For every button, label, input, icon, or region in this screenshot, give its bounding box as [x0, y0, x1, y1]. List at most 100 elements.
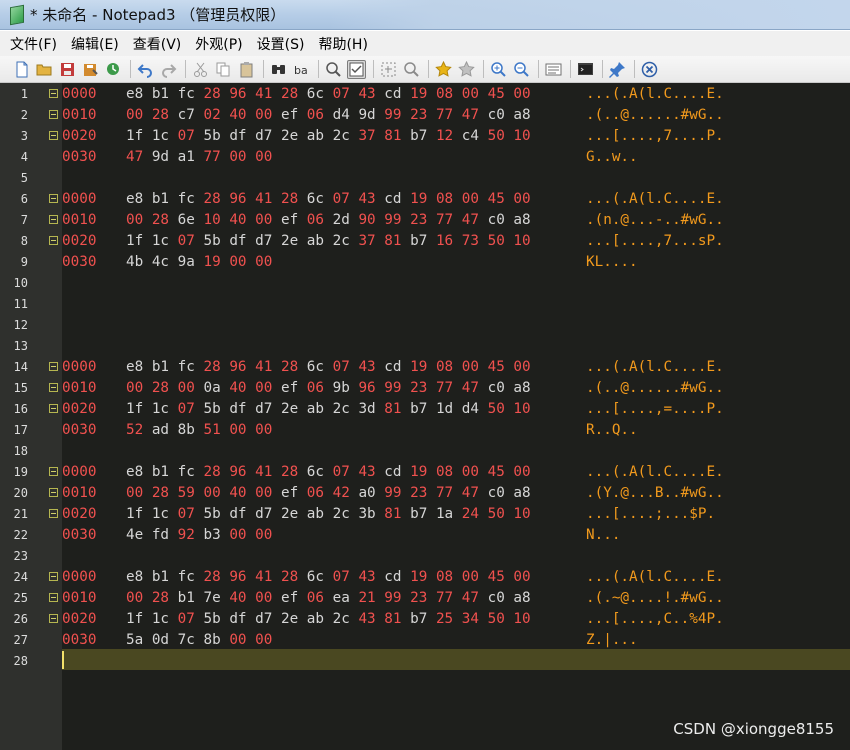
- hex-offset: 0000: [62, 464, 97, 480]
- browse-button[interactable]: [104, 60, 123, 79]
- menu-item-5[interactable]: 帮助(H): [318, 34, 367, 54]
- cut-button[interactable]: [191, 60, 210, 79]
- toolbar-separator: [570, 60, 571, 78]
- save-as-button[interactable]: [81, 60, 100, 79]
- favorite-icon: [435, 60, 452, 77]
- hex-offset: 0000: [62, 191, 97, 207]
- fold-marker-icon[interactable]: [49, 110, 58, 119]
- line-number: 19: [13, 465, 28, 479]
- fold-marker-icon[interactable]: [49, 131, 58, 140]
- fold-marker-icon[interactable]: [49, 89, 58, 98]
- editor-line: 8 0020 1f 1c 07 5b df d7 2e ab 2c 37 81 b7…: [0, 231, 850, 252]
- zoom-in-button[interactable]: [489, 60, 508, 79]
- ascii-text: ...(.A(l.C....E.: [586, 464, 724, 480]
- line-number: 9: [20, 255, 28, 269]
- save-button[interactable]: [58, 60, 77, 79]
- redo-button[interactable]: [159, 60, 178, 79]
- title-bar-background: [330, 0, 850, 29]
- copy-button[interactable]: [214, 60, 233, 79]
- hex-bytes: 00 28 59 00 40 00 ef 06 42 a0 99 23 77 4…: [126, 485, 531, 501]
- add-favorite-button[interactable]: [457, 60, 476, 79]
- fold-marker-icon[interactable]: [49, 236, 58, 245]
- open-folder-button[interactable]: [35, 60, 54, 79]
- find-button[interactable]: [269, 60, 288, 79]
- zoom-in-icon: [491, 61, 506, 77]
- line-number: 2: [20, 108, 28, 122]
- fold-marker-icon[interactable]: [49, 614, 58, 623]
- hex-bytes: 4e fd 92 b3 00 00: [126, 527, 273, 543]
- editor-line: 26 0020 1f 1c 07 5b df d7 2e ab 2c 43 81 b…: [0, 609, 850, 630]
- fold-marker-icon[interactable]: [49, 383, 58, 392]
- word-wrap-button[interactable]: [347, 59, 366, 79]
- hex-bytes: 4b 4c 9a 19 00 00: [126, 254, 273, 270]
- editor-line: 3 0020 1f 1c 07 5b df d7 2e ab 2c 37 81 b7…: [0, 126, 850, 147]
- customize-button[interactable]: [576, 60, 595, 79]
- hex-bytes: 1f 1c 07 5b df d7 2e ab 2c 37 81 b7 12 c…: [126, 128, 531, 144]
- editor-line: 13: [0, 336, 850, 357]
- zoom-find-button[interactable]: [402, 60, 421, 79]
- fold-marker-icon[interactable]: [49, 572, 58, 581]
- cut-icon: [194, 62, 207, 77]
- svg-text:ba: ba: [294, 64, 308, 77]
- editor-line: 22 0030 4e fd 92 b3 00 00 N...: [0, 525, 850, 546]
- hex-bytes: 00 28 00 0a 40 00 ef 06 9b 96 99 23 77 4…: [126, 380, 531, 396]
- fold-marker-icon[interactable]: [49, 509, 58, 518]
- new-file-button[interactable]: [12, 60, 31, 79]
- menu-item-1[interactable]: 编辑(E): [71, 34, 119, 54]
- line-number: 14: [13, 360, 28, 374]
- ascii-text: R..Q..: [586, 422, 638, 438]
- exit-button[interactable]: [640, 60, 659, 79]
- save-as-icon: [84, 63, 98, 76]
- menu-item-2[interactable]: 查看(V): [133, 34, 182, 54]
- hex-bytes: 1f 1c 07 5b df d7 2e ab 2c 3b 81 b7 1a 2…: [126, 506, 531, 522]
- select-button[interactable]: [379, 60, 398, 79]
- fold-marker-icon[interactable]: [49, 215, 58, 224]
- undo-button[interactable]: [136, 60, 155, 79]
- fold-marker-icon[interactable]: [49, 404, 58, 413]
- hex-bytes: 00 28 c7 02 40 00 ef 06 d4 9d 99 23 77 4…: [126, 107, 531, 123]
- zoom-out-button[interactable]: [512, 60, 531, 79]
- scheme-button[interactable]: [544, 60, 563, 79]
- favorite-button[interactable]: [434, 60, 453, 79]
- hex-bytes: 47 9d a1 77 00 00: [126, 149, 273, 165]
- hex-bytes: 00 28 6e 10 40 00 ef 06 2d 90 99 23 77 4…: [126, 212, 531, 228]
- editor-line: 27 0030 5a 0d 7c 8b 00 00 Z.|...: [0, 630, 850, 651]
- fold-marker-icon[interactable]: [49, 593, 58, 602]
- zoom-find-icon: [404, 61, 419, 77]
- menu-item-3[interactable]: 外观(P): [195, 34, 242, 54]
- line-number: 11: [13, 297, 28, 311]
- hex-bytes: 52 ad 8b 51 00 00: [126, 422, 273, 438]
- line-number: 16: [13, 402, 28, 416]
- fold-marker-icon[interactable]: [49, 194, 58, 203]
- hex-bytes: e8 b1 fc 28 96 41 28 6c 07 43 cd 19 08 0…: [126, 464, 531, 480]
- ascii-text: .(..@......#wG..: [586, 380, 724, 396]
- fold-marker-icon[interactable]: [49, 362, 58, 371]
- editor-line: 9 0030 4b 4c 9a 19 00 00 KL....: [0, 252, 850, 273]
- hex-offset: 0020: [62, 401, 97, 417]
- editor-line: 14 0000 e8 b1 fc 28 96 41 28 6c 07 43 cd 1…: [0, 357, 850, 378]
- fold-marker-icon[interactable]: [49, 488, 58, 497]
- menu-item-0[interactable]: 文件(F): [10, 34, 57, 54]
- hex-offset: 0010: [62, 590, 97, 606]
- new-file-icon: [16, 61, 28, 77]
- line-number: 22: [13, 528, 28, 542]
- goto-icon: [326, 61, 341, 77]
- menu-item-4[interactable]: 设置(S): [257, 34, 305, 54]
- scheme-icon: [545, 63, 562, 75]
- line-number: 10: [13, 276, 28, 290]
- replace-button[interactable]: ba: [292, 60, 311, 79]
- goto-button[interactable]: [324, 60, 343, 79]
- csdn-watermark: CSDN @xiongge8155: [673, 720, 834, 738]
- hex-offset: 0020: [62, 128, 97, 144]
- paste-icon: [240, 61, 253, 77]
- editor-line: 17 0030 52 ad 8b 51 00 00 R..Q..: [0, 420, 850, 441]
- paste-button[interactable]: [237, 60, 256, 79]
- hex-offset: 0000: [62, 359, 97, 375]
- fold-marker-icon[interactable]: [49, 467, 58, 476]
- line-number: 8: [20, 234, 28, 248]
- toolbar-separator: [483, 60, 484, 78]
- save-icon: [61, 62, 74, 76]
- word-wrap-icon: [349, 62, 364, 76]
- hex-bytes: 1f 1c 07 5b df d7 2e ab 2c 3d 81 b7 1d d…: [126, 401, 531, 417]
- pin-button[interactable]: [608, 60, 627, 79]
